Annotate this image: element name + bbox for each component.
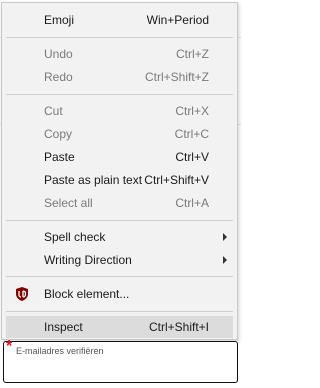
menu-item-shortcut: Ctrl+Z bbox=[176, 47, 209, 61]
menu-separator bbox=[6, 276, 233, 277]
menu-item-paste-plain-text[interactable]: Paste as plain text Ctrl+Shift+V bbox=[6, 169, 233, 191]
menu-item-block-element[interactable]: Block element... bbox=[6, 283, 233, 305]
menu-item-copy[interactable]: Copy Ctrl+C bbox=[6, 123, 233, 145]
menu-separator bbox=[6, 311, 233, 312]
menu-item-emoji[interactable]: Emoji Win+Period bbox=[6, 9, 233, 31]
menu-item-undo[interactable]: Undo Ctrl+Z bbox=[6, 43, 233, 65]
menu-item-label: Writing Direction bbox=[44, 253, 132, 267]
menu-item-label: Paste as plain text bbox=[44, 173, 143, 187]
menu-item-shortcut: Ctrl+A bbox=[175, 196, 209, 210]
menu-item-label: Undo bbox=[44, 47, 73, 61]
field-placeholder: E-mailadres verifiëren bbox=[16, 346, 104, 356]
menu-item-label: Copy bbox=[44, 127, 73, 141]
menu-item-select-all[interactable]: Select all Ctrl+A bbox=[6, 192, 233, 214]
menu-item-shortcut: Win+Period bbox=[146, 13, 209, 27]
submenu-arrow-icon bbox=[223, 233, 227, 241]
submenu-arrow-icon bbox=[223, 256, 227, 264]
menu-item-label: Redo bbox=[44, 70, 73, 84]
menu-item-label: Select all bbox=[44, 196, 93, 210]
menu-item-redo[interactable]: Redo Ctrl+Shift+Z bbox=[6, 66, 233, 88]
menu-item-shortcut: Ctrl+Shift+Z bbox=[144, 70, 209, 84]
menu-item-paste[interactable]: Paste Ctrl+V bbox=[6, 146, 233, 168]
menu-item-cut[interactable]: Cut Ctrl+X bbox=[6, 100, 233, 122]
menu-item-label: Emoji bbox=[44, 13, 75, 27]
menu-item-label: Cut bbox=[44, 104, 63, 118]
menu-item-label: Spell check bbox=[44, 230, 106, 244]
menu-item-label: Paste bbox=[44, 150, 75, 164]
menu-item-inspect[interactable]: Inspect Ctrl+Shift+I bbox=[6, 316, 233, 338]
verify-email-field[interactable]: * E-mailadres verifiëren bbox=[3, 338, 238, 383]
menu-item-spell-check[interactable]: Spell check bbox=[6, 226, 233, 248]
required-marker: * bbox=[6, 338, 13, 355]
context-menu: Emoji Win+Period Undo Ctrl+Z Redo Ctrl+S… bbox=[1, 2, 238, 340]
menu-item-label: Block element... bbox=[44, 287, 130, 301]
menu-separator bbox=[6, 94, 233, 95]
menu-item-writing-direction[interactable]: Writing Direction bbox=[6, 249, 233, 271]
menu-item-shortcut: Ctrl+Shift+I bbox=[148, 320, 209, 334]
menu-item-shortcut: Ctrl+Shift+V bbox=[144, 173, 209, 187]
menu-separator bbox=[6, 37, 233, 38]
menu-item-shortcut: Ctrl+C bbox=[174, 127, 209, 141]
menu-item-shortcut: Ctrl+X bbox=[175, 104, 209, 118]
menu-item-shortcut: Ctrl+V bbox=[175, 150, 209, 164]
ublock-origin-icon bbox=[14, 286, 30, 302]
menu-item-label: Inspect bbox=[44, 320, 83, 334]
menu-separator bbox=[6, 220, 233, 221]
